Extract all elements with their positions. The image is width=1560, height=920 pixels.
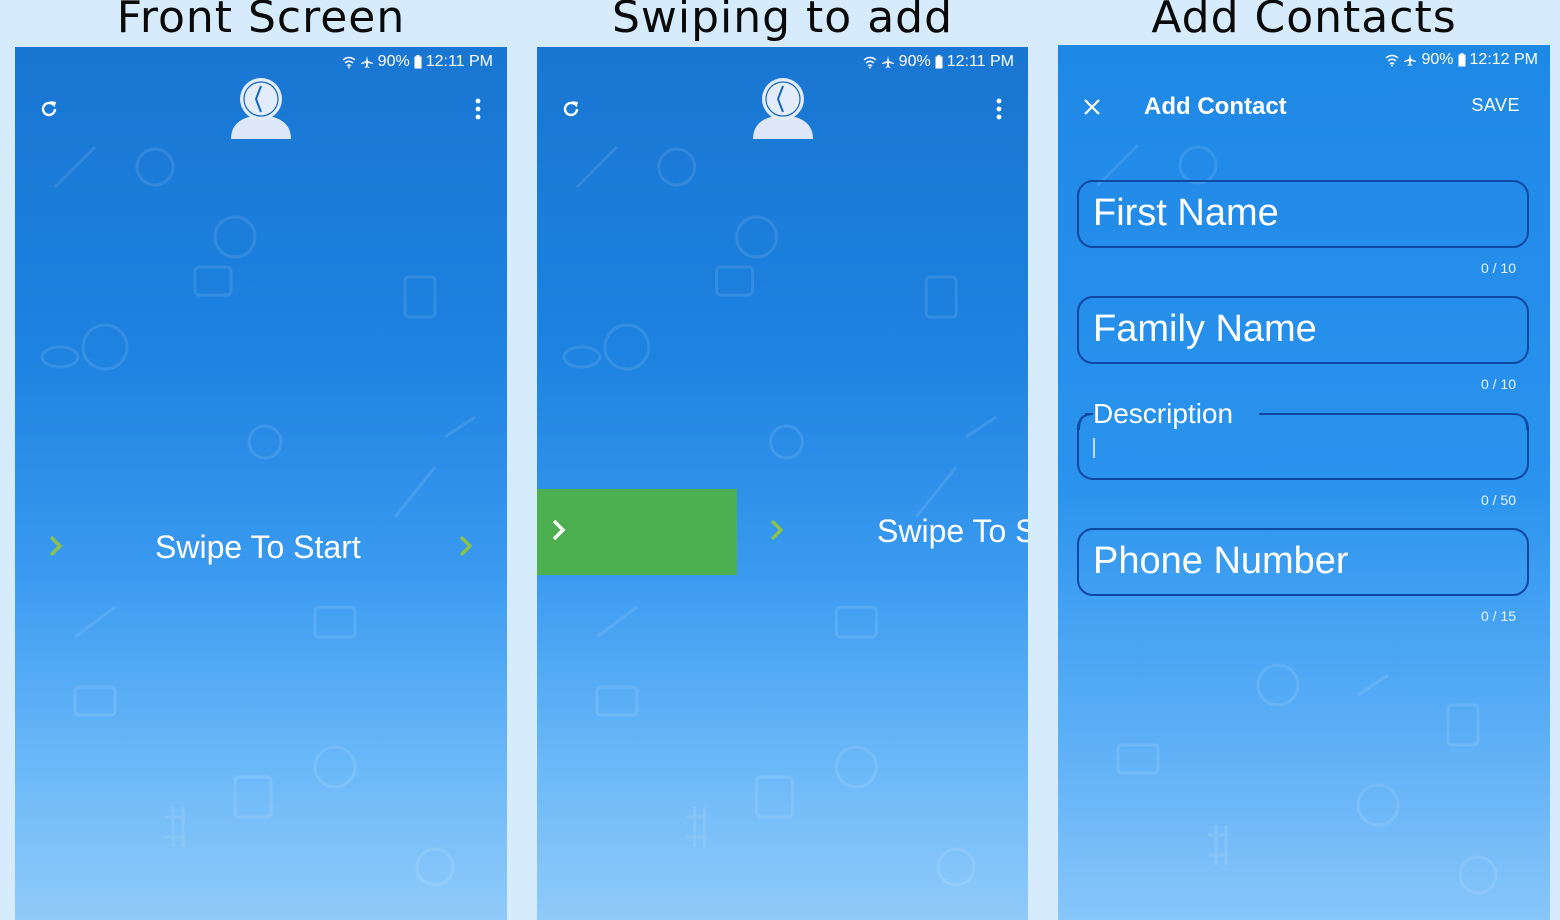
chevron-right-icon [552,519,566,541]
close-icon[interactable] [1082,97,1102,117]
phone-number-label: Phone Number [1093,540,1349,582]
description-counter: 0 / 50 [1480,492,1516,508]
front-screen-phone: 90% 12:11 PM Swipe To Start [15,47,507,920]
more-vert-icon[interactable] [991,97,1007,121]
phone-number-counter: 0 / 15 [1480,608,1516,624]
phone-number-field[interactable]: Phone Number [1077,528,1529,596]
wifi-icon [342,56,356,69]
battery-percent: 90% [377,53,410,70]
background-doodles [1096,143,1498,895]
refresh-icon[interactable] [559,97,583,121]
chevron-right-icon [459,535,473,557]
status-bar: 90% 12:12 PM [1385,51,1538,69]
save-button[interactable]: SAVE [1471,95,1520,116]
airplane-icon [1404,54,1417,66]
background-doodles [40,145,476,887]
description-field[interactable]: Description [1077,398,1529,480]
battery-icon [1458,53,1466,67]
airplane-icon [360,56,373,68]
status-bar: 90% 12:11 PM [863,53,1014,71]
battery-percent: 90% [898,53,931,70]
swipe-label: Swipe To S [877,513,1028,549]
caption-add-contacts: Add Contacts [1151,0,1457,43]
chevron-right-icon [49,535,63,557]
status-bar: 90% 12:11 PM [342,53,493,71]
background-doodles [562,145,997,887]
text-cursor [1093,438,1095,458]
swipe-progress-block[interactable] [537,489,737,575]
swipe-to-start-slider[interactable]: Swipe To Start [15,505,507,591]
more-vert-icon[interactable] [470,97,486,121]
caption-front-screen: Front Screen [116,0,406,43]
status-time: 12:12 PM [1469,51,1538,68]
family-name-field[interactable]: Family Name [1077,296,1529,364]
first-name-label: First Name [1093,192,1279,234]
wifi-icon [1386,54,1399,67]
page-title: Add Contact [1144,93,1287,120]
family-name-counter: 0 / 10 [1480,376,1516,392]
add-contact-screen-phone: 90% 12:12 PM Add Contact SAVE First Name… [1058,45,1550,920]
chevron-right-icon [770,519,784,541]
swiping-screen-phone: 90% 12:11 PM Swipe To S [537,47,1028,920]
status-time: 12:11 PM [946,53,1014,70]
clock-user-avatar-icon [753,78,813,139]
refresh-icon[interactable] [37,97,61,121]
family-name-label: Family Name [1093,308,1317,350]
first-name-counter: 0 / 10 [1480,260,1516,276]
description-label: Description [1093,398,1234,429]
airplane-icon [881,56,894,68]
caption-swiping-to-add: Swiping to add [611,0,954,43]
battery-percent: 90% [1421,51,1454,68]
clock-user-avatar-icon [231,78,291,139]
battery-icon [414,55,422,69]
swipe-label: Swipe To Start [155,529,361,565]
battery-icon [935,55,943,69]
status-time: 12:11 PM [425,53,493,70]
wifi-icon [863,56,877,69]
first-name-field[interactable]: First Name [1077,180,1529,248]
swipe-to-start-slider[interactable]: Swipe To S [537,489,1028,575]
